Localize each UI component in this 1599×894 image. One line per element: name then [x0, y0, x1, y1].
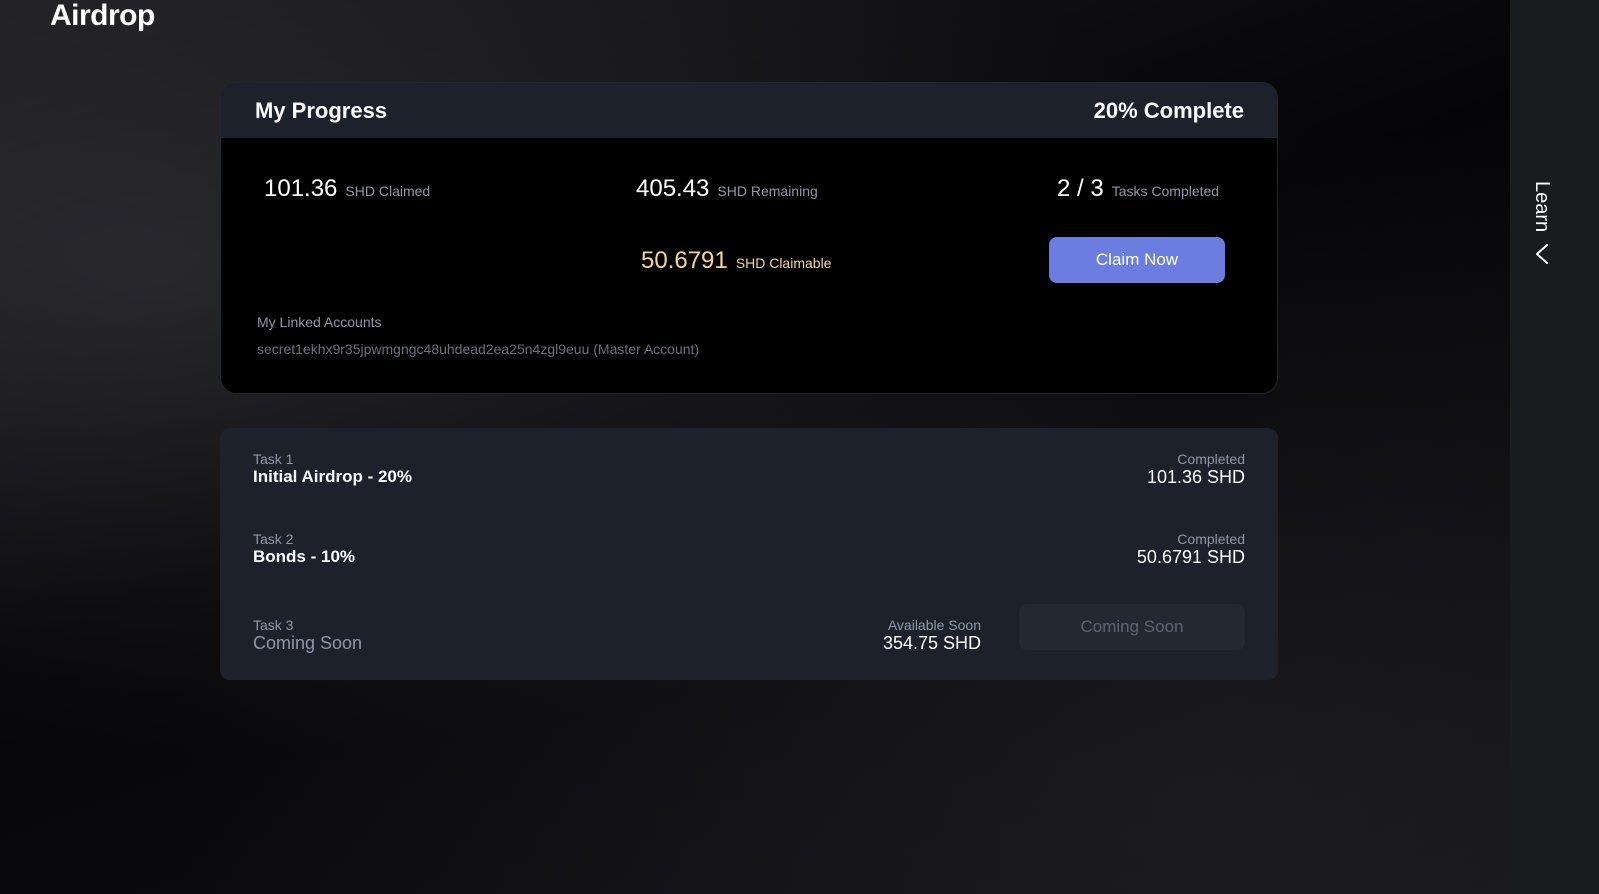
task-label: Task 1 [253, 451, 294, 467]
claim-now-button[interactable]: Claim Now [1049, 237, 1225, 283]
claimable-stat: 50.6791 SHD Claimable [641, 247, 831, 275]
progress-card: My Progress 20% Complete 101.36 SHD Clai… [220, 82, 1278, 394]
task-status: Completed [1177, 531, 1245, 547]
tasks-card: Task 1 Initial Airdrop - 20% Completed 1… [220, 428, 1278, 680]
claimed-stat: 101.36 SHD Claimed [264, 175, 430, 203]
tasks-completed-stat: 2 / 3 Tasks Completed [1057, 175, 1219, 203]
linked-accounts-label: My Linked Accounts [257, 314, 382, 330]
progress-complete: 20% Complete [1093, 97, 1244, 123]
task-status-group: Completed 101.36 SHD [1147, 451, 1245, 487]
task-label: Task 2 [253, 531, 294, 547]
task-amount: 354.75 SHD [882, 633, 981, 653]
task-amount: 101.36 SHD [1146, 467, 1245, 487]
task-name: Bonds - 10% [253, 547, 356, 566]
claimed-value: 101.36 [264, 175, 338, 202]
coming-soon-button[interactable]: Coming Soon [1019, 604, 1245, 650]
task-amount: 50.6791 SHD [1136, 547, 1245, 567]
task-status: Available Soon [887, 617, 981, 633]
progress-header: My Progress 20% Complete [221, 83, 1277, 138]
task-row: Task 2 Bonds - 10% Completed 50.6791 SHD [253, 531, 1245, 571]
linked-account-address: secret1ekhx9r35jpwmgngc48uhdead2ea25n4zg… [257, 341, 700, 357]
task-row: Task 3 Coming Soon Available Soon 354.75… [253, 604, 1245, 657]
main-area: Airdrop My Progress 20% Complete 101.36 … [0, 0, 1510, 894]
remaining-unit: SHD Remaining [717, 183, 818, 199]
task-name: Initial Airdrop - 20% [253, 467, 413, 486]
claimable-unit: SHD Claimable [735, 255, 832, 271]
tasks-completed-unit: Tasks Completed [1111, 183, 1220, 199]
task-status-group: Completed 50.6791 SHD [1137, 531, 1245, 567]
remaining-value: 405.43 [636, 175, 710, 202]
task-status: Completed [1177, 451, 1245, 467]
learn-sidebar[interactable] [1510, 0, 1599, 894]
task-status-group: Available Soon 354.75 SHD [883, 617, 981, 653]
learn-label[interactable]: Learn [1527, 181, 1557, 232]
claimable-value: 50.6791 [641, 247, 728, 274]
progress-title: My Progress [255, 97, 388, 123]
tasks-completed-value: 2 / 3 [1057, 175, 1104, 202]
chevron-left-icon[interactable] [1533, 243, 1553, 265]
claimed-unit: SHD Claimed [345, 183, 431, 199]
remaining-stat: 405.43 SHD Remaining [636, 175, 818, 203]
page-title: Airdrop [50, 0, 155, 32]
task-row: Task 1 Initial Airdrop - 20% Completed 1… [253, 451, 1245, 491]
